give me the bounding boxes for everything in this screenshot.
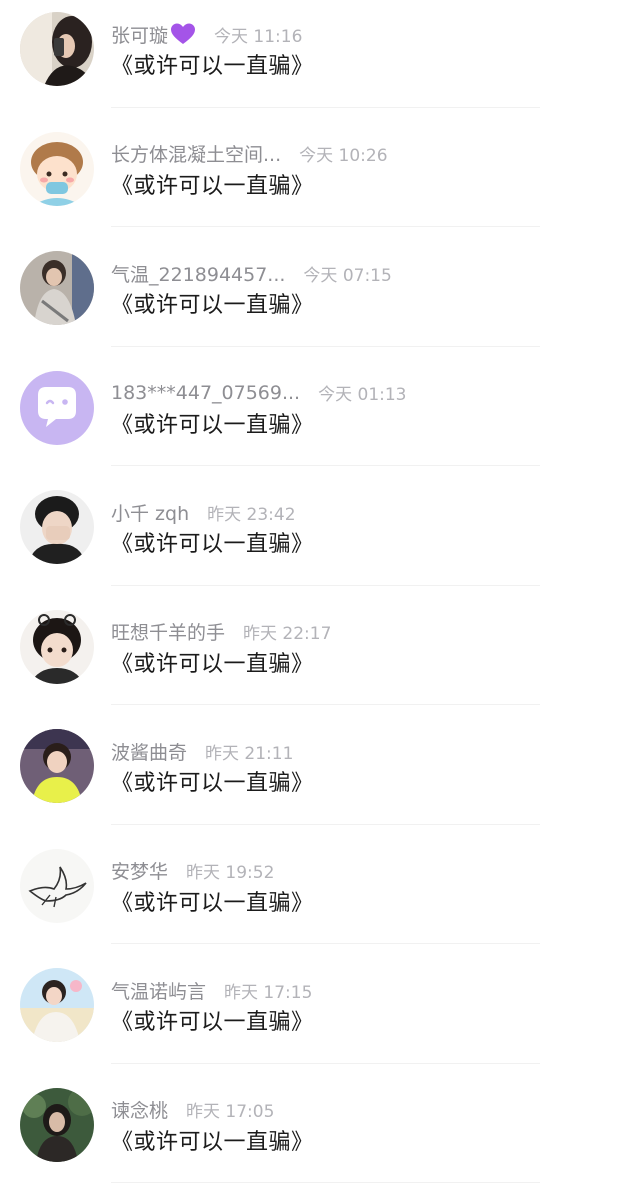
divider bbox=[111, 704, 540, 705]
divider bbox=[111, 585, 540, 586]
user-name[interactable]: 气温_221894457... bbox=[111, 260, 285, 287]
divider bbox=[111, 346, 540, 347]
comment-meta: 安梦华 昨天 19:52 bbox=[111, 857, 274, 885]
avatar-photo-icon[interactable] bbox=[20, 610, 94, 684]
comment-time: 昨天 17:15 bbox=[224, 978, 312, 1003]
comment-text: 《或许可以一直骗》 bbox=[111, 1004, 314, 1036]
comment-meta: 气温_221894457... 今天 07:15 bbox=[111, 259, 392, 287]
user-name[interactable]: 183***447_07569... bbox=[111, 382, 300, 404]
avatar-cartoon-boy-icon[interactable] bbox=[20, 132, 94, 206]
comment-meta: 小千 zqh 昨天 23:42 bbox=[111, 498, 296, 526]
avatar-photo-icon[interactable] bbox=[20, 729, 94, 803]
comment-time: 昨天 17:05 bbox=[186, 1097, 274, 1122]
comment-item[interactable]: 波酱曲奇 昨天 21:11 《或许可以一直骗》 bbox=[0, 717, 640, 837]
comment-text: 《或许可以一直骗》 bbox=[111, 765, 314, 797]
comment-time: 今天 11:16 bbox=[214, 22, 302, 47]
comment-item[interactable]: 气温_221894457... 今天 07:15 《或许可以一直骗》 bbox=[0, 239, 640, 359]
purple-heart-icon bbox=[170, 22, 196, 46]
divider bbox=[111, 226, 540, 227]
comment-item[interactable]: 安梦华 昨天 19:52 《或许可以一直骗》 bbox=[0, 837, 640, 957]
comment-meta: 183***447_07569... 今天 01:13 bbox=[111, 379, 407, 407]
user-name[interactable]: 安梦华 bbox=[111, 857, 168, 884]
comment-meta: 波酱曲奇 昨天 21:11 bbox=[111, 737, 293, 765]
avatar-photo-icon[interactable] bbox=[20, 490, 94, 564]
comment-meta: 张可璇 今天 11:16 bbox=[111, 20, 302, 48]
comment-text: 《或许可以一直骗》 bbox=[111, 646, 314, 678]
comment-meta: 气温诺屿言 昨天 17:15 bbox=[111, 976, 312, 1004]
comment-meta: 长方体混凝土空间... 今天 10:26 bbox=[111, 140, 388, 168]
comment-item[interactable]: 183***447_07569... 今天 01:13 《或许可以一直骗》 bbox=[0, 359, 640, 479]
comment-meta: 旺想千羊的手 昨天 22:17 bbox=[111, 618, 331, 646]
comment-time: 昨天 22:17 bbox=[243, 619, 331, 644]
comment-time: 今天 10:26 bbox=[299, 141, 387, 166]
comment-text: 《或许可以一直骗》 bbox=[111, 48, 314, 80]
comment-text: 《或许可以一直骗》 bbox=[111, 168, 314, 200]
user-name[interactable]: 张可璇 bbox=[111, 21, 168, 48]
divider bbox=[111, 107, 540, 108]
avatar-photo-icon[interactable] bbox=[20, 12, 94, 86]
avatar-photo-icon[interactable] bbox=[20, 968, 94, 1042]
comment-time: 昨天 23:42 bbox=[207, 500, 295, 525]
comment-time: 今天 07:15 bbox=[303, 261, 391, 286]
user-name[interactable]: 小千 zqh bbox=[111, 499, 189, 526]
comment-text: 《或许可以一直骗》 bbox=[111, 1124, 314, 1156]
divider bbox=[111, 1063, 540, 1064]
comment-item[interactable]: 小千 zqh 昨天 23:42 《或许可以一直骗》 bbox=[0, 478, 640, 598]
divider bbox=[111, 943, 540, 944]
divider bbox=[111, 465, 540, 466]
user-name[interactable]: 旺想千羊的手 bbox=[111, 618, 225, 645]
divider bbox=[111, 1182, 540, 1183]
comment-item[interactable]: 谏念桃 昨天 17:05 《或许可以一直骗》 bbox=[0, 1076, 640, 1195]
comment-item[interactable]: 张可璇 今天 11:16 《或许可以一直骗》 bbox=[0, 0, 640, 120]
user-name[interactable]: 谏念桃 bbox=[111, 1096, 168, 1123]
comment-item[interactable]: 气温诺屿言 昨天 17:15 《或许可以一直骗》 bbox=[0, 956, 640, 1076]
comment-time: 今天 01:13 bbox=[318, 380, 406, 405]
comment-text: 《或许可以一直骗》 bbox=[111, 287, 314, 319]
user-name[interactable]: 长方体混凝土空间... bbox=[111, 140, 281, 167]
divider bbox=[111, 824, 540, 825]
comment-text: 《或许可以一直骗》 bbox=[111, 885, 314, 917]
comment-time: 昨天 21:11 bbox=[205, 739, 293, 764]
comment-list: 张可璇 今天 11:16 《或许可以一直骗》 bbox=[0, 0, 640, 1185]
user-name[interactable]: 气温诺屿言 bbox=[111, 977, 206, 1004]
avatar-default-chat-icon[interactable] bbox=[20, 371, 94, 445]
user-name[interactable]: 波酱曲奇 bbox=[111, 738, 187, 765]
comment-item[interactable]: 长方体混凝土空间... 今天 10:26 《或许可以一直骗》 bbox=[0, 120, 640, 240]
comment-meta: 谏念桃 昨天 17:05 bbox=[111, 1096, 274, 1124]
avatar-bird-sketch-icon[interactable] bbox=[20, 849, 94, 923]
avatar-photo-icon[interactable] bbox=[20, 251, 94, 325]
comment-text: 《或许可以一直骗》 bbox=[111, 407, 314, 439]
comment-time: 昨天 19:52 bbox=[186, 858, 274, 883]
comment-text: 《或许可以一直骗》 bbox=[111, 526, 314, 558]
avatar-photo-icon[interactable] bbox=[20, 1088, 94, 1162]
comment-item[interactable]: 旺想千羊的手 昨天 22:17 《或许可以一直骗》 bbox=[0, 598, 640, 718]
